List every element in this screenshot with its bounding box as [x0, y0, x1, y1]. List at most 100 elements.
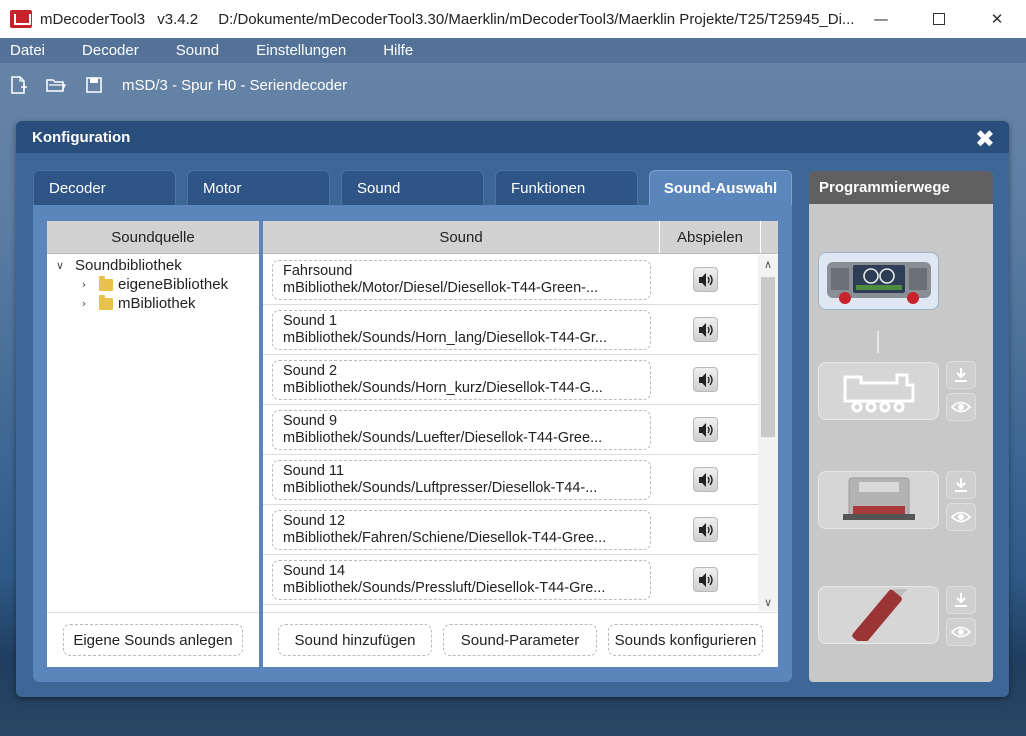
usb-programmer-icon	[851, 589, 907, 641]
menu-decoder[interactable]: Decoder	[72, 42, 149, 59]
tab-motor[interactable]: Motor	[187, 170, 330, 206]
sound-row[interactable]: Sound 2 mBibliothek/Sounds/Horn_kurz/Dies…	[263, 355, 758, 405]
chevron-right-icon[interactable]: ›	[77, 297, 91, 310]
save-icon[interactable]	[84, 75, 104, 95]
sound-list: Fahrsound mBibliothek/Motor/Diesel/Diesel…	[263, 255, 758, 611]
speaker-icon[interactable]	[693, 417, 718, 442]
tab-sound[interactable]: Sound	[341, 170, 484, 206]
close-icon[interactable]: ✕	[968, 0, 1026, 38]
configuration-header: Konfiguration ✖	[16, 121, 1009, 153]
minimize-icon[interactable]: —	[852, 0, 910, 38]
sound-entry[interactable]: Sound 9 mBibliothek/Sounds/Luefter/Diesel…	[272, 410, 651, 450]
scroll-down-icon[interactable]: ∨	[758, 593, 778, 611]
configuration-panel: Konfiguration ✖ Decoder Motor Sound Funk…	[16, 121, 1009, 697]
eye-icon[interactable]	[946, 618, 976, 646]
project-path: D:/Dokumente/mDecoderTool3.30/Maerklin/m…	[218, 10, 855, 28]
app-logo-icon	[10, 10, 32, 28]
app-version: v3.4.2	[157, 10, 199, 28]
tree-root-label: Soundbibliothek	[75, 257, 182, 274]
sound-row[interactable]: Sound 1 mBibliothek/Sounds/Horn_lang/Dies…	[263, 305, 758, 355]
sound-entry[interactable]: Fahrsound mBibliothek/Motor/Diesel/Diesel…	[272, 260, 651, 300]
sound-row[interactable]: Sound 9 mBibliothek/Sounds/Luefter/Diesel…	[263, 405, 758, 455]
sound-name: Fahrsound	[283, 263, 353, 279]
menu-einstellungen[interactable]: Einstellungen	[246, 42, 356, 59]
menu-bar: Datei Decoder Sound Einstellungen Hilfe	[0, 38, 1026, 63]
column-header-abspielen: Abspielen	[660, 221, 761, 253]
sound-name: Sound 2	[283, 363, 338, 379]
sound-row[interactable]: Sound 12 mBibliothek/Fahren/Schiene/Diese…	[263, 505, 758, 555]
sound-row[interactable]: Sound 11 mBibliothek/Sounds/Luftpresser/D…	[263, 455, 758, 505]
connector-line	[877, 331, 879, 353]
tab-sound-auswahl[interactable]: Sound-Auswahl	[649, 170, 792, 206]
tree-root[interactable]: ∨ Soundbibliothek	[47, 256, 259, 275]
sound-name: Sound 11	[283, 463, 345, 479]
sounds-konfigurieren-button[interactable]: Sounds konfigurieren	[608, 624, 763, 656]
tab-decoder[interactable]: Decoder	[33, 170, 176, 206]
close-icon[interactable]: ✖	[975, 125, 995, 153]
eye-icon[interactable]	[946, 503, 976, 531]
sound-path: mBibliothek/Sounds/Pressluft/Diesellok-T…	[283, 580, 606, 596]
usb-programmer-device[interactable]	[818, 586, 939, 644]
speaker-icon[interactable]	[693, 467, 718, 492]
download-icon[interactable]	[946, 361, 976, 389]
menu-hilfe[interactable]: Hilfe	[373, 42, 423, 59]
sound-name: Sound 9	[283, 413, 338, 429]
speaker-icon[interactable]	[693, 567, 718, 592]
app-name: mDecoderTool3	[40, 10, 146, 28]
sound-hinzufuegen-button[interactable]: Sound hinzufügen	[278, 624, 432, 656]
sound-entry[interactable]: Sound 14 mBibliothek/Sounds/Pressluft/Die…	[272, 560, 651, 600]
scroll-thumb[interactable]	[761, 277, 775, 437]
toolbar: mSD/3 - Spur H0 - Seriendecoder	[0, 66, 1026, 104]
sound-name: Sound 12	[283, 513, 346, 529]
vertical-scrollbar[interactable]: ∧ ∨	[758, 255, 778, 611]
open-folder-icon[interactable]	[46, 75, 66, 95]
sound-path: mBibliothek/Sounds/Horn_lang/Diesellok-T…	[283, 330, 607, 346]
scroll-up-icon[interactable]: ∧	[758, 255, 778, 273]
decoder-label: mSD/3 - Spur H0 - Seriendecoder	[122, 76, 348, 94]
programmierwege-title: Programmierwege	[809, 171, 993, 204]
eigene-sounds-anlegen-button[interactable]: Eigene Sounds anlegen	[63, 624, 243, 656]
speaker-icon[interactable]	[693, 317, 718, 342]
speaker-icon[interactable]	[693, 517, 718, 542]
sound-path: mBibliothek/Sounds/Luftpresser/Diesellok…	[283, 480, 598, 496]
sound-name: Sound 1	[283, 313, 338, 329]
locomotive-icon	[843, 373, 914, 413]
sound-row[interactable]: Sound 14 mBibliothek/Sounds/Pressluft/Die…	[263, 555, 758, 605]
sound-footer: Sound hinzufügen Sound-Parameter Sounds …	[263, 612, 778, 667]
sound-name: Sound 14	[283, 563, 346, 579]
chevron-right-icon[interactable]: ›	[77, 278, 91, 291]
programmierwege-panel: Programmierwege	[809, 171, 993, 682]
sound-row[interactable]: Fahrsound mBibliothek/Motor/Diesel/Diesel…	[263, 255, 758, 305]
menu-datei[interactable]: Datei	[0, 42, 55, 59]
central-station-device[interactable]	[818, 252, 939, 310]
folder-icon	[99, 294, 113, 310]
sound-entry[interactable]: Sound 12 mBibliothek/Fahren/Schiene/Diese…	[272, 510, 651, 550]
sound-entry[interactable]: Sound 2 mBibliothek/Sounds/Horn_kurz/Dies…	[272, 360, 651, 400]
sound-parameter-button[interactable]: Sound-Parameter	[443, 624, 597, 656]
folder-icon	[99, 275, 113, 291]
soundquelle-footer: Eigene Sounds anlegen	[47, 612, 259, 667]
tab-funktionen[interactable]: Funktionen	[495, 170, 638, 206]
tree-item-mbibliothek[interactable]: › mBibliothek	[47, 294, 259, 313]
chevron-down-icon[interactable]: ∨	[53, 259, 67, 272]
speaker-icon[interactable]	[693, 267, 718, 292]
sound-table-header: Sound Abspielen	[263, 221, 778, 254]
locomotive-device[interactable]	[818, 362, 939, 420]
sound-path: mBibliothek/Sounds/Horn_kurz/Diesellok-T…	[283, 380, 603, 396]
tab-bar: Decoder Motor Sound Funktionen Sound-Aus…	[33, 170, 803, 206]
new-file-icon[interactable]	[8, 75, 28, 95]
tree-item-eigenebibliothek[interactable]: › eigeneBibliothek	[47, 275, 259, 294]
decoder-tester-device[interactable]	[818, 471, 939, 529]
speaker-icon[interactable]	[693, 367, 718, 392]
tab-content: Soundquelle ∨ Soundbibliothek › eigeneBi…	[33, 205, 792, 682]
download-icon[interactable]	[946, 471, 976, 499]
download-icon[interactable]	[946, 586, 976, 614]
sound-entry[interactable]: Sound 11 mBibliothek/Sounds/Luftpresser/D…	[272, 460, 651, 500]
maximize-icon[interactable]	[910, 0, 968, 38]
menu-sound[interactable]: Sound	[166, 42, 229, 59]
eye-icon[interactable]	[946, 393, 976, 421]
sound-path: mBibliothek/Fahren/Schiene/Diesellok-T44…	[283, 530, 607, 546]
sound-entry[interactable]: Sound 1 mBibliothek/Sounds/Horn_lang/Dies…	[272, 310, 651, 350]
tree-item-label: eigeneBibliothek	[118, 276, 229, 293]
window-title: mDecoderTool3 v3.4.2 D:/Dokumente/mDecod…	[40, 11, 854, 28]
